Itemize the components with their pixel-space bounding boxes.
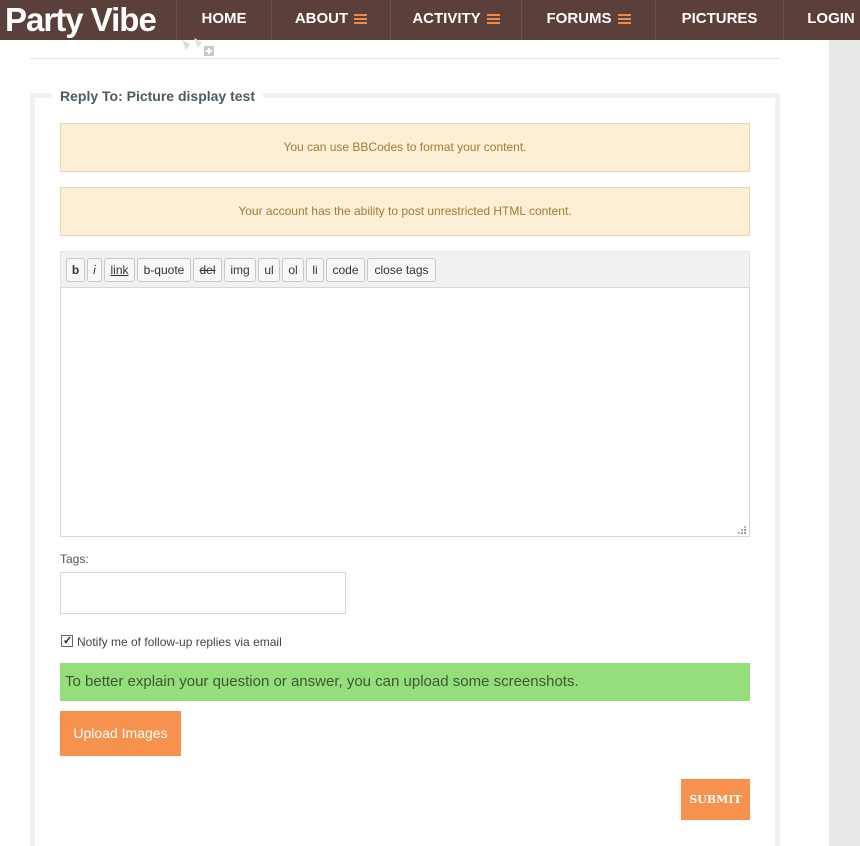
ordered-list-button[interactable]: ol (282, 258, 304, 282)
resize-grip-icon[interactable] (737, 525, 747, 535)
close-tags-button[interactable]: close tags (367, 258, 436, 282)
html-notice: Your account has the ability to post unr… (60, 187, 750, 236)
nav-activity-label: ACTIVITY (412, 10, 481, 27)
add-image-icon (182, 38, 214, 56)
bold-button[interactable]: b (66, 258, 85, 282)
submit-button[interactable]: SUBMIT (681, 779, 750, 820)
italic-button[interactable]: i (87, 258, 102, 282)
checkmark-icon: ✓ (63, 635, 73, 647)
link-button[interactable]: link (104, 258, 135, 282)
upload-hint: To better explain your question or answe… (60, 663, 750, 701)
notify-checkbox[interactable]: ✓ (61, 635, 73, 647)
upload-images-button[interactable]: Upload Images (60, 711, 181, 756)
bbcode-notice: You can use BBCodes to format your conte… (60, 123, 750, 172)
site-logo[interactable]: Party Vibe (5, 1, 157, 39)
form-legend: Reply To: Picture display test (52, 88, 264, 104)
nav-pictures[interactable]: PICTURES (655, 0, 783, 40)
code-button[interactable]: code (326, 258, 365, 282)
list-item-button[interactable]: li (306, 258, 324, 282)
unordered-list-button[interactable]: ul (258, 258, 280, 282)
tags-input[interactable] (60, 572, 346, 614)
editor-toolbar: b i link b-quote del img ul ol li code c… (60, 251, 750, 288)
nav-forums-label: FORUMS (546, 10, 612, 27)
nav-home[interactable]: HOME (176, 0, 271, 40)
top-navbar: Party Vibe HOME ABOUT ACTIVITY FORUMS PI… (0, 0, 860, 40)
nav-login[interactable]: LOGIN (783, 0, 860, 40)
image-button[interactable]: img (224, 258, 256, 282)
menu-icon (486, 14, 500, 24)
nav-login-label: LOGIN (807, 10, 855, 27)
reply-textarea[interactable] (60, 287, 750, 537)
nav-forums[interactable]: FORUMS (521, 0, 655, 40)
quote-button[interactable]: b-quote (137, 258, 191, 282)
tags-label: Tags: (60, 552, 89, 566)
nav-about-label: ABOUT (294, 10, 349, 27)
nav-about[interactable]: ABOUT (271, 0, 390, 40)
nav-pictures-label: PICTURES (681, 10, 758, 27)
divider (30, 58, 780, 59)
page-gutter (829, 0, 860, 846)
notify-label[interactable]: Notify me of follow-up replies via email (77, 635, 282, 649)
delete-button[interactable]: del (193, 258, 222, 282)
menu-icon (617, 14, 631, 24)
nav-home-label: HOME (201, 10, 247, 27)
menu-icon (354, 14, 368, 24)
nav-activity[interactable]: ACTIVITY (390, 0, 521, 40)
